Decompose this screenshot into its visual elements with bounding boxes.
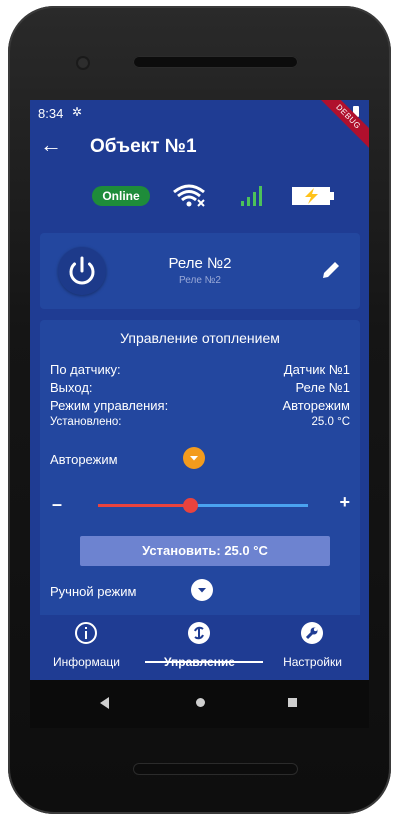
system-home-icon[interactable] xyxy=(196,698,205,707)
row-value: 25.0 °C xyxy=(311,416,350,428)
row-value: Датчик №1 xyxy=(283,362,350,377)
app-screen: 8:34 ✲ ▼ DEBUG ← Объект №1 Online xyxy=(30,100,369,680)
cellular-signal-icon xyxy=(241,186,262,206)
front-camera xyxy=(78,58,88,68)
edit-pencil-icon[interactable] xyxy=(320,259,342,281)
system-back-icon[interactable] xyxy=(100,697,110,709)
auto-mode-toggle[interactable] xyxy=(183,447,205,469)
settings-status-icon: ✲ xyxy=(72,105,83,119)
row-label: По датчику: xyxy=(50,362,121,377)
heating-control-card: Управление отоплением По датчику: Датчик… xyxy=(40,320,360,620)
slider-fill xyxy=(98,504,191,507)
wifi-no-internet-icon xyxy=(173,184,205,207)
auto-mode-label: Авторежим xyxy=(50,452,118,467)
nav-tab-info[interactable]: Информаци xyxy=(30,615,143,680)
bottom-navigation: Информаци Управление Настройки xyxy=(30,615,369,680)
row-value: Авторежим xyxy=(282,398,350,413)
app-bar: ← Объект №1 xyxy=(30,126,369,170)
info-icon xyxy=(75,622,97,644)
row-label: Режим управления: xyxy=(50,398,169,413)
manual-mode-toggle[interactable] xyxy=(191,579,213,601)
status-time: 8:34 xyxy=(38,106,64,121)
slider-thumb[interactable] xyxy=(183,498,199,513)
nav-tab-settings[interactable]: Настройки xyxy=(256,615,369,680)
increase-button[interactable]: + xyxy=(339,492,350,513)
relay-subtitle: Реле №2 xyxy=(179,275,221,286)
online-status-badge: Online xyxy=(92,186,150,206)
battery-charging-icon xyxy=(292,187,334,205)
back-arrow-icon[interactable]: ← xyxy=(40,134,62,156)
row-value: Реле №1 xyxy=(295,380,350,395)
row-label: Выход: xyxy=(50,380,93,395)
bottom-speaker xyxy=(133,763,298,775)
relay-name: Реле №2 xyxy=(168,255,232,272)
nav-tab-control[interactable]: Управление xyxy=(143,615,256,680)
control-icon xyxy=(188,622,210,644)
row-label: Установлено: xyxy=(50,416,122,428)
manual-mode-label: Ручной режим xyxy=(50,584,137,599)
temperature-slider-row: – + xyxy=(40,492,360,520)
heating-control-title: Управление отоплением xyxy=(120,330,280,346)
system-navigation-bar xyxy=(30,680,369,728)
decrease-button[interactable]: – xyxy=(52,494,62,515)
chevron-down-icon xyxy=(190,456,198,461)
chevron-down-icon xyxy=(198,588,206,593)
set-temperature-button[interactable]: Установить: 25.0 °C xyxy=(80,536,330,566)
page-title: Объект №1 xyxy=(90,136,197,157)
relay-card: Реле №2 Реле №2 xyxy=(40,233,360,309)
slider-track[interactable] xyxy=(98,498,308,513)
status-bar: 8:34 ✲ ▼ xyxy=(30,100,369,126)
system-recents-icon[interactable] xyxy=(288,698,297,707)
nav-label: Настройки xyxy=(283,655,342,669)
active-tab-indicator xyxy=(145,661,263,663)
nav-label: Информаци xyxy=(53,655,120,669)
settings-icon xyxy=(301,622,323,644)
earpiece-speaker xyxy=(133,56,298,68)
device-status-row: Online xyxy=(30,180,369,210)
